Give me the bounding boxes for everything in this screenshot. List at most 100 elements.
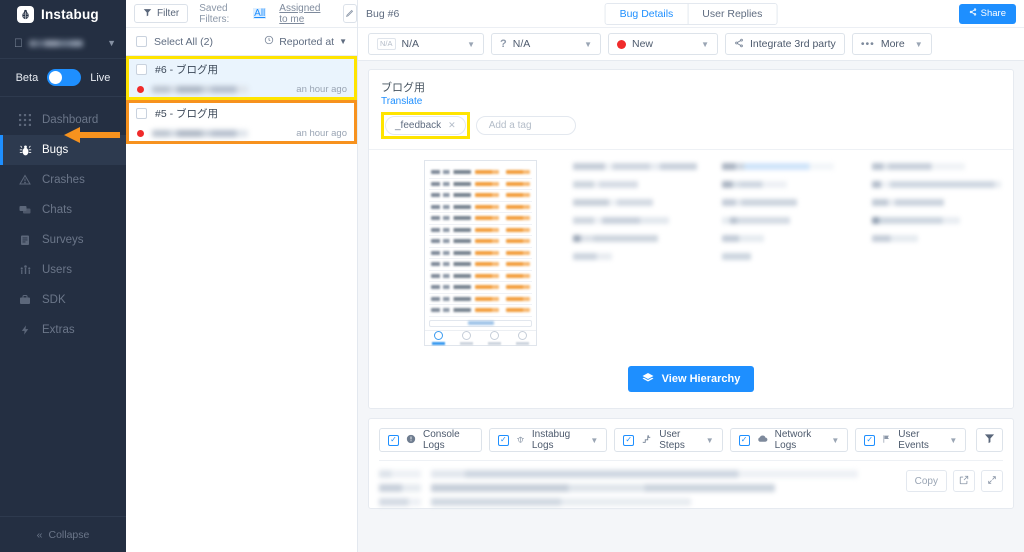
funnel-icon [984, 431, 995, 449]
pencil-icon [345, 5, 355, 23]
grid-icon [18, 113, 32, 127]
instabug-dashboard: Instabug  ▼ Beta Live Dashboard [0, 0, 1024, 552]
chevron-down-icon: ▼ [705, 435, 714, 445]
open-logs-button[interactable] [953, 470, 975, 492]
tag-highlight-box: _feedback ✕ [381, 112, 470, 139]
logs-filter-button[interactable] [976, 428, 1004, 452]
bug-item-title-row: #5 - ブログ用 [136, 106, 347, 121]
chevron-down-icon: ▼ [914, 39, 923, 49]
checkbox-checked-icon[interactable]: ✓ [623, 434, 635, 446]
screenshot-row [429, 282, 532, 294]
translate-link[interactable]: Translate [381, 96, 1001, 107]
checkbox-checked-icon[interactable]: ✓ [388, 434, 399, 446]
sidebar-collapse-button[interactable]: « Collapse [0, 516, 126, 552]
list-toolbar: Filter Saved Filters: All Assigned to me [126, 0, 357, 28]
sidebar-item-chats[interactable]: Chats [0, 195, 126, 225]
sidebar-item-label: Users [42, 264, 73, 276]
checkbox-checked-icon[interactable]: ✓ [497, 434, 509, 446]
status-dropdown[interactable]: New ▼ [608, 33, 718, 55]
filter-button[interactable]: Filter [134, 4, 189, 23]
checkbox-checked-icon[interactable]: ✓ [738, 434, 750, 446]
screenshot-thumbnail[interactable] [424, 160, 537, 346]
detail-scroll-area[interactable]: ブログ用 Translate _feedback ✕ Add a tag Vie… [358, 61, 1024, 552]
sidebar-item-users[interactable]: Users [0, 255, 126, 285]
metadata-column [722, 163, 851, 346]
bug-item-checkbox[interactable] [136, 64, 147, 75]
share-button[interactable]: Share [958, 3, 1016, 24]
external-link-icon [959, 472, 969, 490]
env-toggle[interactable]: Beta Live [0, 59, 126, 97]
bug-item-title-row: #6 - ブログ用 [136, 62, 347, 77]
saved-filter-all[interactable]: All [253, 8, 267, 19]
question-mark-icon: ? [500, 38, 507, 50]
edit-filters-button[interactable] [342, 4, 357, 23]
more-dropdown[interactable]: ••• More ▼ [851, 33, 932, 55]
tab-bug-details[interactable]: Bug Details [605, 3, 688, 24]
sidebar-item-label: Extras [42, 324, 75, 336]
list-header: Select All (2) Reported at ▼ [126, 28, 357, 56]
bug-list-item-5[interactable]: #5 - ブログ用 an hour ago [126, 100, 357, 144]
screenshot-row [429, 167, 532, 179]
status-value: New [632, 38, 654, 50]
chevron-down-icon: ▼ [107, 38, 116, 48]
tag-label: _feedback [395, 120, 442, 131]
sidebar: Instabug  ▼ Beta Live Dashboard [0, 0, 126, 552]
sidebar-item-sdk[interactable]: SDK [0, 285, 126, 315]
log-filter-instabug-logs[interactable]: ✓ Instabug Logs ▼ [488, 428, 608, 452]
expand-arrows-icon [987, 472, 997, 490]
expand-logs-button[interactable] [981, 470, 1003, 492]
copy-logs-button[interactable]: Copy [905, 470, 947, 492]
sidebar-item-label: Crashes [42, 174, 85, 186]
chevron-down-icon: ▼ [949, 435, 958, 445]
share-icon [969, 8, 977, 19]
status-dot-icon [617, 39, 626, 49]
bug-list-item-6[interactable]: #6 - ブログ用 an hour ago [126, 56, 357, 100]
select-all-control[interactable]: Select All (2) [126, 36, 213, 48]
sort-by-reported-at[interactable]: Reported at ▼ [264, 35, 347, 48]
bug-item-checkbox[interactable] [136, 108, 147, 119]
tabbar-item [481, 331, 509, 345]
tab-user-replies[interactable]: User Replies [687, 3, 777, 24]
sidebar-item-crashes[interactable]: Crashes [0, 165, 126, 195]
log-filter-user-steps[interactable]: ✓ User Steps ▼ [614, 428, 723, 452]
select-all-checkbox[interactable] [136, 36, 147, 47]
log-filter-network-logs[interactable]: ✓ Network Logs ▼ [729, 428, 849, 452]
logs-actions: Copy [905, 470, 1003, 506]
bug-number: Bug #6 [366, 7, 400, 20]
filter-label: Filter [157, 8, 180, 19]
users-icon [18, 263, 32, 277]
funnel-icon [143, 8, 152, 20]
env-toggle-switch[interactable] [47, 69, 82, 86]
close-icon[interactable]: ✕ [448, 120, 456, 131]
brand[interactable]: Instabug [0, 0, 126, 28]
sidebar-item-label: SDK [42, 294, 66, 306]
log-filter-user-events[interactable]: ✓ User Events ▼ [855, 428, 967, 452]
assignee-dropdown[interactable]: N/A N/A ▼ [368, 33, 484, 55]
priority-dropdown[interactable]: ? N/A ▼ [491, 33, 601, 55]
log-filter-console-logs[interactable]: ✓ Console Logs [379, 428, 482, 452]
tag-feedback[interactable]: _feedback ✕ [385, 116, 466, 135]
checkbox-checked-icon[interactable]: ✓ [864, 434, 876, 446]
log-filter-label: Network Logs [774, 429, 812, 451]
warning-triangle-icon [18, 173, 32, 187]
person-icon [462, 331, 472, 340]
share-label: Share [980, 8, 1006, 19]
bug-item-meta: an hour ago [136, 128, 347, 139]
sidebar-item-extras[interactable]: Extras [0, 315, 126, 345]
view-hierarchy-button[interactable]: View Hierarchy [627, 366, 755, 392]
annotation-arrow-icon [64, 127, 120, 143]
screenshot-row [429, 305, 532, 317]
clipboard-icon [18, 233, 32, 247]
reporter-email-blurred [152, 130, 248, 137]
add-tag-input[interactable]: Add a tag [475, 116, 576, 135]
saved-filter-assigned-to-me[interactable]: Assigned to me [279, 3, 329, 25]
app-selector[interactable]:  ▼ [0, 28, 126, 59]
sidebar-item-surveys[interactable]: Surveys [0, 225, 126, 255]
tabbar-item [508, 331, 536, 345]
integrate-3rd-party-button[interactable]: Integrate 3rd party [725, 33, 845, 55]
chevron-down-icon: ▼ [467, 39, 475, 49]
bulb-icon [489, 331, 499, 340]
report-title: ブログ用 [381, 82, 425, 94]
app-name-blurred [29, 39, 83, 47]
log-filter-label: User Steps [659, 429, 685, 451]
